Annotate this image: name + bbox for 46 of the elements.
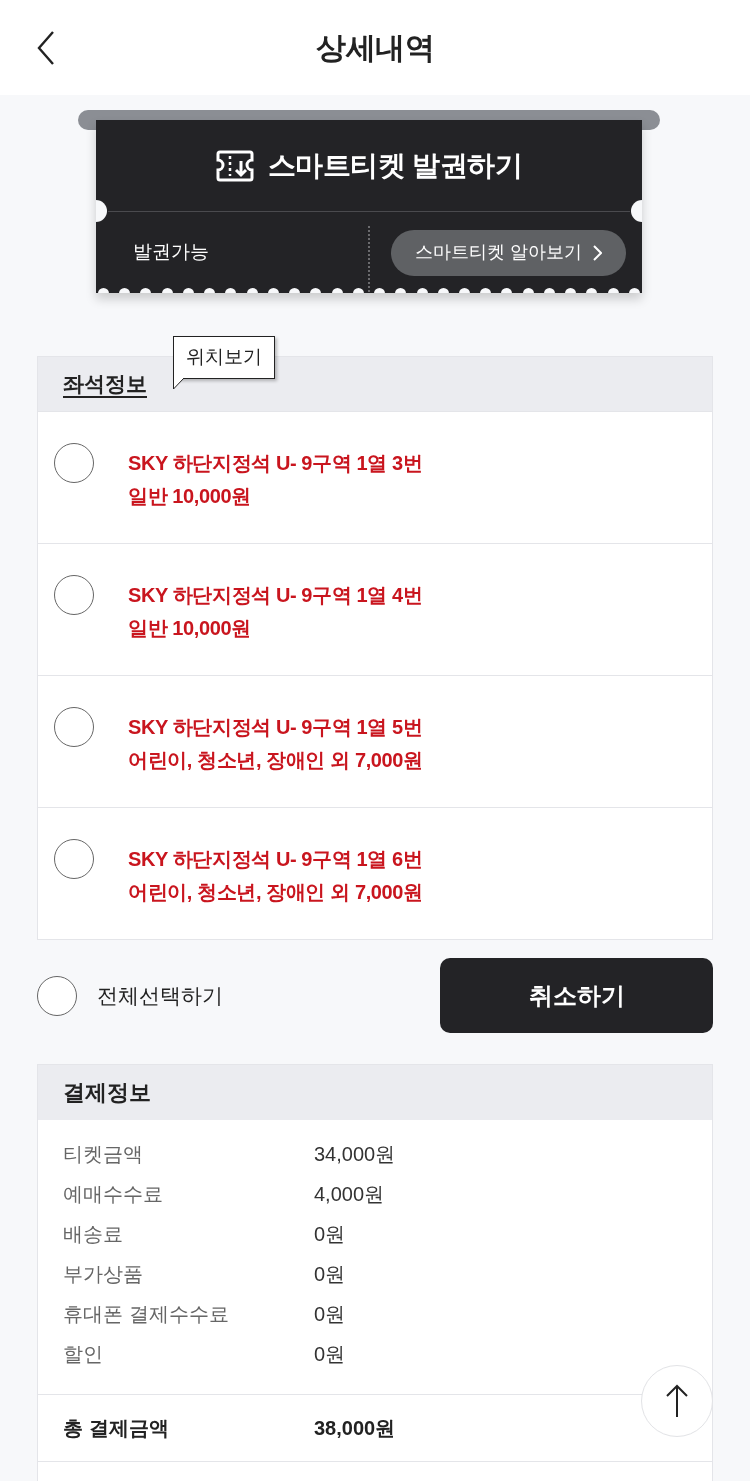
- seat-radio[interactable]: [54, 443, 94, 483]
- seat-radio[interactable]: [54, 707, 94, 747]
- issue-status: 발권가능: [133, 240, 209, 265]
- seat-row[interactable]: SKY 하단지정석 U- 9구역 1열 6번 어린이, 청소년, 장애인 외 7,000원: [38, 807, 712, 939]
- payment-label: 할인: [63, 1342, 104, 1367]
- seat-label: SKY 하단지정석 U- 9구역 1열 5번: [128, 715, 423, 740]
- payment-value: 34,000원: [314, 1142, 396, 1167]
- chevron-right-icon: [592, 244, 602, 261]
- page-title: 상세내역: [316, 30, 434, 66]
- seat-label: SKY 하단지정석 U- 9구역 1열 4번: [128, 583, 423, 608]
- ticket-notch: [631, 200, 642, 222]
- payment-value: 0원: [314, 1222, 346, 1247]
- seat-radio[interactable]: [54, 575, 94, 615]
- total-label: 총 결제금액: [63, 1416, 170, 1441]
- select-all-label[interactable]: 전체선택하기: [97, 979, 223, 1012]
- payment-label: 휴대폰 결제수수료: [63, 1302, 230, 1327]
- seat-label: SKY 하단지정석 U- 9구역 1열 6번: [128, 847, 423, 872]
- payment-label: 예매수수료: [63, 1182, 164, 1207]
- select-all-radio[interactable]: [37, 975, 77, 1016]
- payment-value: 0원: [314, 1342, 346, 1367]
- ticket-notch: [96, 200, 107, 222]
- seat-row[interactable]: SKY 하단지정석 U- 9구역 1열 3번 일반 10,000원: [38, 411, 712, 543]
- ticket-download-icon: [215, 148, 254, 183]
- seat-label: SKY 하단지정석 U- 9구역 1열 3번: [128, 451, 423, 476]
- payment-value: 4,000원: [314, 1182, 385, 1207]
- payment-label: 부가상품: [63, 1262, 144, 1287]
- smart-ticket-title: 스마트티켓 발권하기: [267, 148, 523, 183]
- smart-ticket-info-button[interactable]: 스마트티켓 알아보기: [391, 229, 626, 276]
- seat-row[interactable]: SKY 하단지정석 U- 9구역 1열 4번 일반 10,000원: [38, 543, 712, 675]
- seat-price: 일반 10,000원: [128, 484, 252, 509]
- tooltip-pointer-icon: [173, 378, 185, 390]
- seat-row[interactable]: SKY 하단지정석 U- 9구역 1열 5번 어린이, 청소년, 장애인 외 7,000원: [38, 675, 712, 807]
- payment-value: 0원: [314, 1262, 346, 1287]
- total-value: 38,000원: [314, 1416, 396, 1441]
- seat-price: 어린이, 청소년, 장애인 외 7,000원: [128, 748, 423, 773]
- seat-info-title: 좌석정보: [63, 371, 147, 398]
- payment-label: 티켓금액: [63, 1142, 144, 1167]
- arrow-up-icon: [665, 1384, 689, 1418]
- seat-price: 일반 10,000원: [128, 616, 252, 641]
- payment-label: 배송료: [63, 1222, 124, 1247]
- back-chevron-icon: [37, 31, 55, 65]
- cancel-button[interactable]: 취소하기: [440, 958, 713, 1033]
- seat-radio[interactable]: [54, 839, 94, 879]
- seat-price: 어린이, 청소년, 장애인 외 7,000원: [128, 880, 423, 905]
- payment-value: 0원: [314, 1302, 346, 1327]
- payment-info-title: 결제정보: [63, 1079, 151, 1107]
